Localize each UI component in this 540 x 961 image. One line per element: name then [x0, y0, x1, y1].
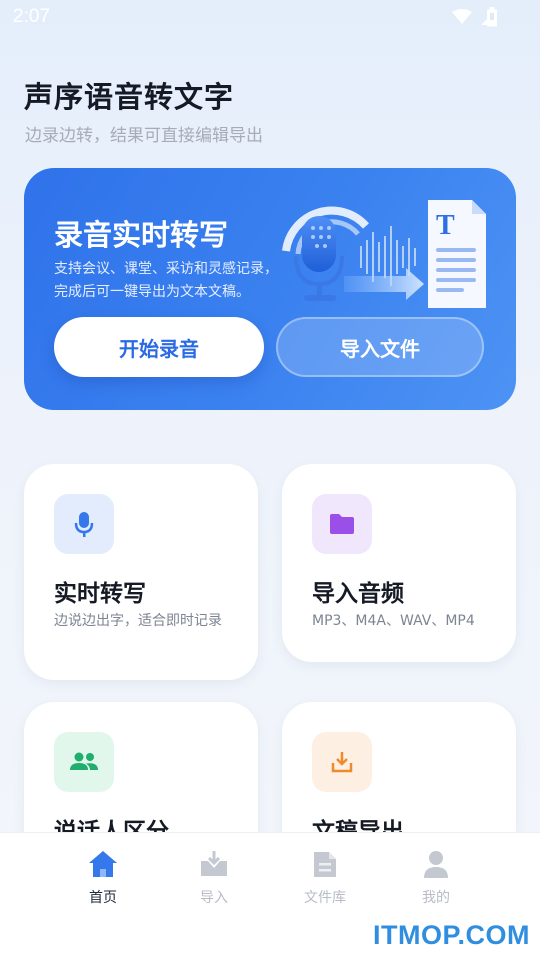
feature-icon-box	[312, 494, 372, 554]
nav-label: 导入	[200, 890, 228, 906]
hero-title: 录音实时转写	[54, 218, 229, 252]
feature-title: 实时转写	[54, 581, 146, 607]
watermark: ITMOP.COM	[372, 920, 530, 950]
battery-icon	[487, 7, 497, 27]
nav-item-file-library[interactable]: 文件库	[280, 849, 370, 907]
nav-item-import[interactable]: 导入	[169, 849, 259, 907]
microphone-icon	[74, 512, 94, 537]
feature-card-realtime[interactable]: 实时转写 边说边出字，适合即时记录	[24, 464, 258, 680]
nav-label: 我的	[422, 890, 450, 906]
nav-item-profile[interactable]: 我的	[391, 849, 481, 907]
document-icon: T	[428, 200, 486, 308]
home-icon	[89, 851, 117, 877]
profile-icon	[424, 851, 448, 878]
nav-label: 首页	[89, 890, 117, 906]
feature-card-import-audio[interactable]: 导入音频 MP3、M4A、WAV、MP4	[282, 464, 516, 662]
folder-icon	[330, 514, 354, 534]
people-icon	[70, 752, 98, 770]
feature-icon-box	[54, 732, 114, 792]
hero-illustration: T	[282, 200, 486, 308]
status-bar: 2:07	[0, 0, 540, 36]
nav-item-home[interactable]: 首页	[58, 849, 148, 907]
nav-label: 文件库	[304, 890, 346, 906]
download-icon	[331, 752, 353, 773]
hero-description: 支持会议、课堂、采访和灵感记录， 完成后可一键导出为文本文稿。	[54, 261, 278, 300]
app-title: 声序语音转文字	[24, 80, 235, 114]
import-file-button[interactable]: 导入文件	[276, 317, 484, 377]
svg-text:T: T	[436, 210, 455, 241]
feature-description: MP3、M4A、WAV、MP4	[312, 613, 475, 629]
file-library-icon	[314, 852, 336, 877]
status-time: 2:07	[13, 6, 50, 27]
import-icon	[201, 851, 227, 876]
feature-icon-box	[54, 494, 114, 554]
microphone-icon	[294, 216, 344, 301]
feature-title: 导入音频	[312, 581, 404, 607]
app-subtitle: 边录边转，结果可直接编辑导出	[25, 126, 263, 146]
feature-icon-box	[312, 732, 372, 792]
start-recording-button[interactable]: 开始录音	[54, 317, 264, 377]
wifi-icon	[452, 9, 472, 24]
hero-card: 录音实时转写 支持会议、课堂、采访和灵感记录， 完成后可一键导出为文本文稿。 T…	[24, 168, 516, 410]
feature-description: 边说边出字，适合即时记录	[54, 613, 222, 629]
